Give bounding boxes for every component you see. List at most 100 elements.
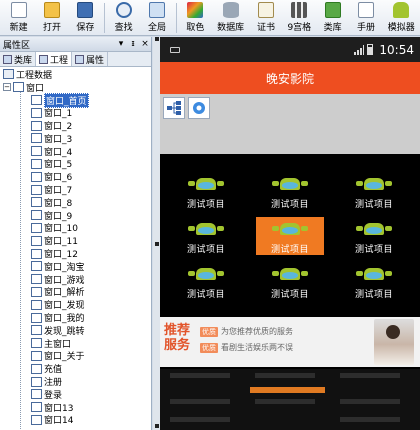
- pin-icon[interactable]: ᵻ: [127, 39, 139, 49]
- window-icon: [31, 261, 42, 272]
- tree-item[interactable]: 发现_跳转: [0, 324, 151, 337]
- window-icon: [31, 325, 42, 336]
- tree-item[interactable]: 窗口_12: [0, 247, 151, 260]
- promo-line-2: 优质 看剧生活娱乐两不误: [200, 342, 293, 353]
- gear-icon: [193, 102, 205, 114]
- app-title-bar: 晚安影院: [160, 62, 420, 94]
- grid-icon: [291, 2, 308, 18]
- certificate-button[interactable]: 证书: [249, 0, 282, 36]
- window-icon: [31, 248, 42, 259]
- save-icon: [77, 2, 94, 18]
- tree-item[interactable]: 窗口_发现: [0, 298, 151, 311]
- signal-icon: [354, 44, 365, 55]
- window-icon: [31, 94, 42, 105]
- tree-item-label: 窗口_4: [44, 147, 73, 158]
- new-button[interactable]: 新建: [2, 0, 35, 36]
- tree-item[interactable]: 充值: [0, 362, 151, 375]
- tab-properties[interactable]: 属性: [72, 52, 109, 66]
- battery-icon: [367, 44, 374, 55]
- tree-item-label: 窗口_8: [44, 198, 73, 209]
- tree-item[interactable]: 窗口13: [0, 401, 151, 414]
- dropdown-icon[interactable]: ▾: [115, 39, 127, 49]
- tree-item[interactable]: 窗口_2: [0, 119, 151, 132]
- grid-item[interactable]: 测试项目: [248, 172, 332, 210]
- manual-button[interactable]: 手册: [349, 0, 382, 36]
- feature-grid: 测试项目 测试项目 测试项目 测试项目 测试项目 测试项目 测试项目 测试项目 测试项目: [160, 172, 420, 300]
- grid-item[interactable]: 测试项目: [332, 262, 416, 300]
- tree-item[interactable]: 窗口_首页: [0, 92, 151, 108]
- tree-item[interactable]: 窗口_9: [0, 209, 151, 222]
- window-icon: [31, 363, 42, 374]
- grid-item-label: 测试项目: [354, 245, 393, 255]
- emulator-button[interactable]: 模拟器: [383, 0, 420, 36]
- tree-item[interactable]: 窗口_8: [0, 196, 151, 209]
- promo-banner[interactable]: 推荐服务 优质 为您推荐优质的服务 优质 看剧生活娱乐两不误: [160, 317, 420, 367]
- global-button[interactable]: 全局: [140, 0, 173, 36]
- grid-item[interactable]: 测试项目: [164, 172, 248, 210]
- tree-item-label: 登录: [44, 390, 63, 401]
- tree-item-label: 窗口_2: [44, 122, 73, 133]
- android-icon: [271, 264, 309, 284]
- grid-item[interactable]: 测试项目: [164, 217, 248, 255]
- library-button[interactable]: 类库: [316, 0, 349, 36]
- tree-item[interactable]: 窗口_6: [0, 170, 151, 183]
- grid-item-label: 测试项目: [186, 290, 225, 300]
- tree-item[interactable]: 窗口_3: [0, 132, 151, 145]
- spacer: [160, 154, 420, 172]
- grid-item[interactable]: 测试项目: [332, 217, 416, 255]
- grid-item[interactable]: 测试项目: [332, 172, 416, 210]
- tree-item-label: 窗口_淘宝: [44, 262, 85, 273]
- android-icon: [355, 264, 393, 284]
- tab-label: 属性: [86, 55, 105, 66]
- status-time: 10:54: [379, 42, 414, 57]
- database-icon: [222, 2, 239, 18]
- library-icon: [324, 2, 341, 18]
- tree-item[interactable]: 窗口_1: [0, 106, 151, 119]
- tree-item[interactable]: 窗口_游戏: [0, 273, 151, 286]
- tree-item[interactable]: 注册: [0, 375, 151, 388]
- open-button[interactable]: 打开: [35, 0, 68, 36]
- tree-item[interactable]: 窗口_4: [0, 145, 151, 158]
- resize-handle[interactable]: [155, 242, 159, 246]
- tree-item[interactable]: 窗口_解析: [0, 286, 151, 298]
- phone-preview: 10:54 晚安影院 测试项目 测试项目 测试项目 测试项目 测试项目 测试项目 测试项目测…: [160, 37, 420, 430]
- grid-item[interactable]: 测试项目: [256, 217, 324, 255]
- tree-view-button[interactable]: [163, 97, 185, 119]
- close-icon[interactable]: ×: [139, 39, 151, 49]
- window-group-icon: [13, 82, 24, 93]
- window-icon: [31, 120, 42, 131]
- color-pick-button[interactable]: 取色: [179, 0, 212, 36]
- nine-grid-label: 9宫格: [287, 23, 312, 33]
- window-icon: [31, 299, 42, 310]
- tree-item[interactable]: 主窗口: [0, 337, 151, 350]
- android-icon: [187, 264, 225, 284]
- android-icon: [187, 174, 225, 194]
- tree-item[interactable]: 登录: [0, 388, 151, 401]
- grid-item[interactable]: 测试项目: [248, 262, 332, 300]
- grid-item[interactable]: 测试项目: [164, 262, 248, 300]
- tab-project[interactable]: 工程: [36, 52, 73, 66]
- collapse-icon[interactable]: −: [3, 83, 11, 92]
- grid-item-label: 测试项目: [354, 200, 393, 210]
- tree-item[interactable]: 窗口14: [0, 414, 151, 426]
- find-button[interactable]: 查找: [107, 0, 140, 36]
- tree-item[interactable]: 窗口_淘宝: [0, 260, 151, 273]
- component-tray: [160, 94, 420, 154]
- tree-item[interactable]: 窗口_关于: [0, 350, 151, 362]
- find-label: 查找: [114, 23, 133, 33]
- tree-item[interactable]: 窗口_7: [0, 183, 151, 196]
- tree-item[interactable]: 窗口_我的: [0, 311, 151, 324]
- tree-item[interactable]: 窗口_10: [0, 222, 151, 234]
- grid-item-label: 测试项目: [270, 200, 309, 210]
- nine-grid-button[interactable]: 9宫格: [283, 0, 316, 36]
- tree-root[interactable]: 工程数据: [0, 68, 151, 81]
- tree-item[interactable]: 窗口_11: [0, 234, 151, 247]
- tree-item[interactable]: 窗口_5: [0, 158, 151, 170]
- settings-button[interactable]: [188, 97, 210, 119]
- emulator-label: 模拟器: [387, 23, 415, 33]
- tab-library[interactable]: 类库: [0, 52, 37, 66]
- resize-handle[interactable]: [155, 37, 159, 41]
- database-button[interactable]: 数据库: [212, 0, 249, 36]
- resize-handle[interactable]: [155, 424, 159, 428]
- save-button[interactable]: 保存: [69, 0, 102, 36]
